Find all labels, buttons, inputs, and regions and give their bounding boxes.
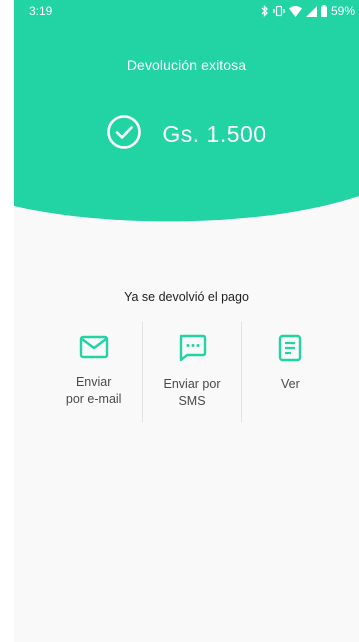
- view-receipt-button[interactable]: Ver: [242, 322, 339, 422]
- sms-icon: [177, 334, 207, 367]
- page-title: Devolución exitosa: [126, 57, 247, 73]
- send-email-label: Enviar por e-mail: [65, 375, 122, 406]
- signal-icon: [305, 5, 317, 17]
- side-edge: [0, 0, 15, 642]
- check-circle-icon: [106, 114, 142, 155]
- battery-percent: 59%: [330, 4, 355, 18]
- status-time: 3:19: [29, 4, 53, 18]
- status-bar: 3:19 59%: [14, 0, 359, 22]
- mail-icon: [79, 334, 109, 365]
- send-sms-label: Enviar por SMS: [163, 377, 221, 408]
- receipt-icon: [276, 334, 304, 367]
- bluetooth-icon: [261, 5, 269, 17]
- success-header: 3:19 59% Devolución exitosa Gs. 1.500: [14, 0, 359, 232]
- status-icons: 59%: [261, 4, 355, 18]
- wifi-icon: [288, 5, 302, 17]
- send-email-button[interactable]: Enviar por e-mail: [45, 322, 142, 422]
- refund-message: Ya se devolvió el pago: [124, 290, 249, 304]
- amount-row: Gs. 1.500: [14, 114, 359, 154]
- send-sms-button[interactable]: Enviar por SMS: [143, 322, 240, 422]
- action-group: Enviar por e-mail Enviar por SMS Ver: [45, 322, 339, 422]
- battery-icon: [320, 5, 327, 17]
- vibrate-icon: [273, 5, 285, 17]
- screen: 3:19 59% Devolución exitosa Gs. 1.500 Ya…: [0, 0, 359, 642]
- main-content: 3:19 59% Devolución exitosa Gs. 1.500 Ya…: [14, 0, 359, 642]
- view-label: Ver: [280, 377, 300, 391]
- refund-amount: Gs. 1.500: [162, 120, 267, 147]
